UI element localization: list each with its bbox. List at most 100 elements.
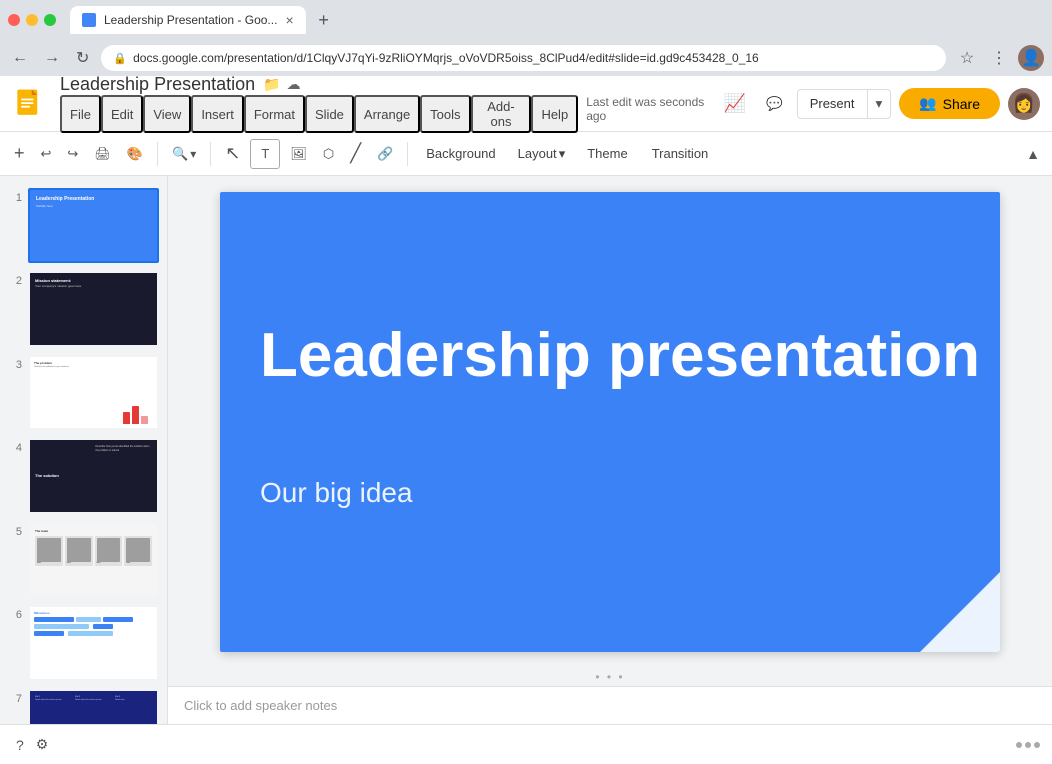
image-tool[interactable]: 🖼 [284,139,313,169]
toolbar-separator-2 [210,142,211,166]
present-caret[interactable]: ▾ [867,90,891,118]
menu-addons[interactable]: Add-ons [471,95,532,133]
paint-format-button[interactable]: 🎨 [121,139,149,169]
bookmark-button[interactable]: ☆ [954,45,980,71]
address-bar[interactable]: 🔒 docs.google.com/presentation/d/1ClqyVJ… [101,45,946,71]
thumb-2-sub: Your company's mission goes here [35,284,152,288]
present-button[interactable]: Present [798,90,867,117]
bottom-center [1016,742,1040,748]
slide-thumb-1: Leadership Presentation Subtitle here [28,188,159,263]
collapse-toolbar-button[interactable]: ▲ [1022,142,1044,166]
select-tool[interactable]: ↖ [219,139,246,169]
person-2: Name [65,536,93,566]
menu-view[interactable]: View [143,95,191,133]
menu-insert[interactable]: Insert [191,95,244,133]
person-photo-1 [37,538,61,562]
resize-handle[interactable]: • • • [168,668,1052,686]
forward-button[interactable]: → [40,47,64,69]
app-title-row: Leadership Presentation 📁 ☁ [60,74,706,95]
timeline-row-2 [34,624,153,629]
main-slide-area: Leadership presentation Our big idea • •… [168,176,1052,724]
thumb-1-sub: Subtitle here [36,204,151,208]
slide-item-5[interactable]: 5 The team Name Name [0,518,167,601]
browser-toolbar-icons: ☆ ⋮ 👤 [954,45,1044,71]
menu-bar: File Edit View Insert Format Slide Arran… [60,95,706,133]
slide-number-7: 7 [8,689,22,705]
menu-slide[interactable]: Slide [305,95,354,133]
bottom-left: ? ⚙ [12,732,52,757]
bottom-settings-button[interactable]: ⚙ [32,732,53,757]
slide-item-4[interactable]: 4 The solution Describe how you've ident… [0,434,167,517]
slide-item-7[interactable]: 7 Col 1 Details about this column go her… [0,685,167,724]
tab-close-btn[interactable]: × [285,12,293,28]
menu-help[interactable]: Help [531,95,578,133]
slide-item-1[interactable]: 1 Leadership Presentation Subtitle here [0,184,167,267]
person-3: Name [95,536,123,566]
line-tool[interactable]: ╱ [344,139,367,169]
new-tab-button[interactable]: + [310,6,338,34]
cloud-icon[interactable]: ☁ [287,76,301,93]
slide-number-5: 5 [8,522,22,538]
profile-avatar[interactable]: 👤 [1018,45,1044,71]
toolbar-separator-1 [157,142,158,166]
back-button[interactable]: ← [8,47,32,69]
share-button[interactable]: 👥 Share [899,88,1000,119]
slide-subtitle[interactable]: Our big idea [260,477,413,509]
comment-button[interactable]: 💬 [760,90,789,118]
menu-tools[interactable]: Tools [420,95,470,133]
slide-thumb-3: The problem Describe the problem for you… [28,355,159,430]
browser-tab[interactable]: Leadership Presentation - Goo... × [70,6,306,34]
slide-item-2[interactable]: 2 Mission statement: Your company's miss… [0,267,167,350]
speaker-notes-placeholder[interactable]: Click to add speaker notes [184,698,337,713]
dot-3 [1034,742,1040,748]
header-actions: 📈 💬 Present ▾ 👥 Share 👩 [718,87,1040,120]
bottom-dots [1016,742,1040,748]
textbox-tool[interactable]: T [250,139,280,169]
thumb-1-title: Leadership Presentation [36,196,151,202]
menu-edit[interactable]: Edit [101,95,143,133]
browser-toolbar: ← → ↻ 🔒 docs.google.com/presentation/d/1… [0,40,1052,76]
activity-button[interactable]: 📈 [718,87,752,120]
slide-item-6[interactable]: 6 Milestones [0,601,167,684]
background-button[interactable]: Background [416,139,505,169]
menu-file[interactable]: File [60,95,101,133]
maximize-traffic-light[interactable] [44,14,56,26]
person-photo-2 [67,538,91,562]
present-button-group: Present ▾ [797,89,892,119]
zoom-button[interactable]: 🔍 ▾ [166,139,202,169]
print-button[interactable]: 🖨 [88,139,117,169]
link-tool[interactable]: 🔗 [371,139,399,169]
app-logo [12,86,48,122]
transition-button[interactable]: Transition [642,139,719,169]
menu-arrange[interactable]: Arrange [354,95,420,133]
theme-button[interactable]: Theme [577,139,637,169]
undo-button[interactable]: ↩ [35,139,58,169]
slide-canvas[interactable]: Leadership presentation Our big idea [220,192,1000,652]
extensions-button[interactable]: ⋮ [986,45,1012,71]
thumb-2-title: Mission statement: [35,278,152,283]
title-icons: 📁 ☁ [263,76,300,93]
add-slide-button[interactable]: + [8,139,31,169]
slides-toolbar: + ↩ ↪ 🖨 🎨 🔍 ▾ ↖ T 🖼 ⬡ ╱ 🔗 Background Lay… [0,132,1052,176]
last-edit-status: Last edit was seconds ago [586,95,705,133]
minimize-traffic-light[interactable] [26,14,38,26]
app-body: 1 Leadership Presentation Subtitle here … [0,176,1052,724]
slide-item-3[interactable]: 3 The problem Describe the problem for y… [0,351,167,434]
user-avatar[interactable]: 👩 [1008,88,1040,120]
person-1: Name [35,536,63,566]
toolbar-separator-3 [407,142,408,166]
shape-tool[interactable]: ⬡ [317,139,340,169]
slide-main-title[interactable]: Leadership presentation [260,322,980,390]
speaker-notes[interactable]: Click to add speaker notes [168,686,1052,724]
slide-number-4: 4 [8,438,22,454]
refresh-button[interactable]: ↻ [72,46,93,70]
menu-format[interactable]: Format [244,95,305,133]
redo-button[interactable]: ↪ [61,139,84,169]
close-traffic-light[interactable] [8,14,20,26]
layout-button[interactable]: Layout ▾ [510,139,574,169]
presentation-title[interactable]: Leadership Presentation [60,74,255,95]
folder-icon[interactable]: 📁 [263,76,280,93]
slide-canvas-container[interactable]: Leadership presentation Our big idea [168,176,1052,668]
bottom-help-button[interactable]: ? [12,732,28,757]
app-title-area: Leadership Presentation 📁 ☁ File Edit Vi… [60,74,706,133]
